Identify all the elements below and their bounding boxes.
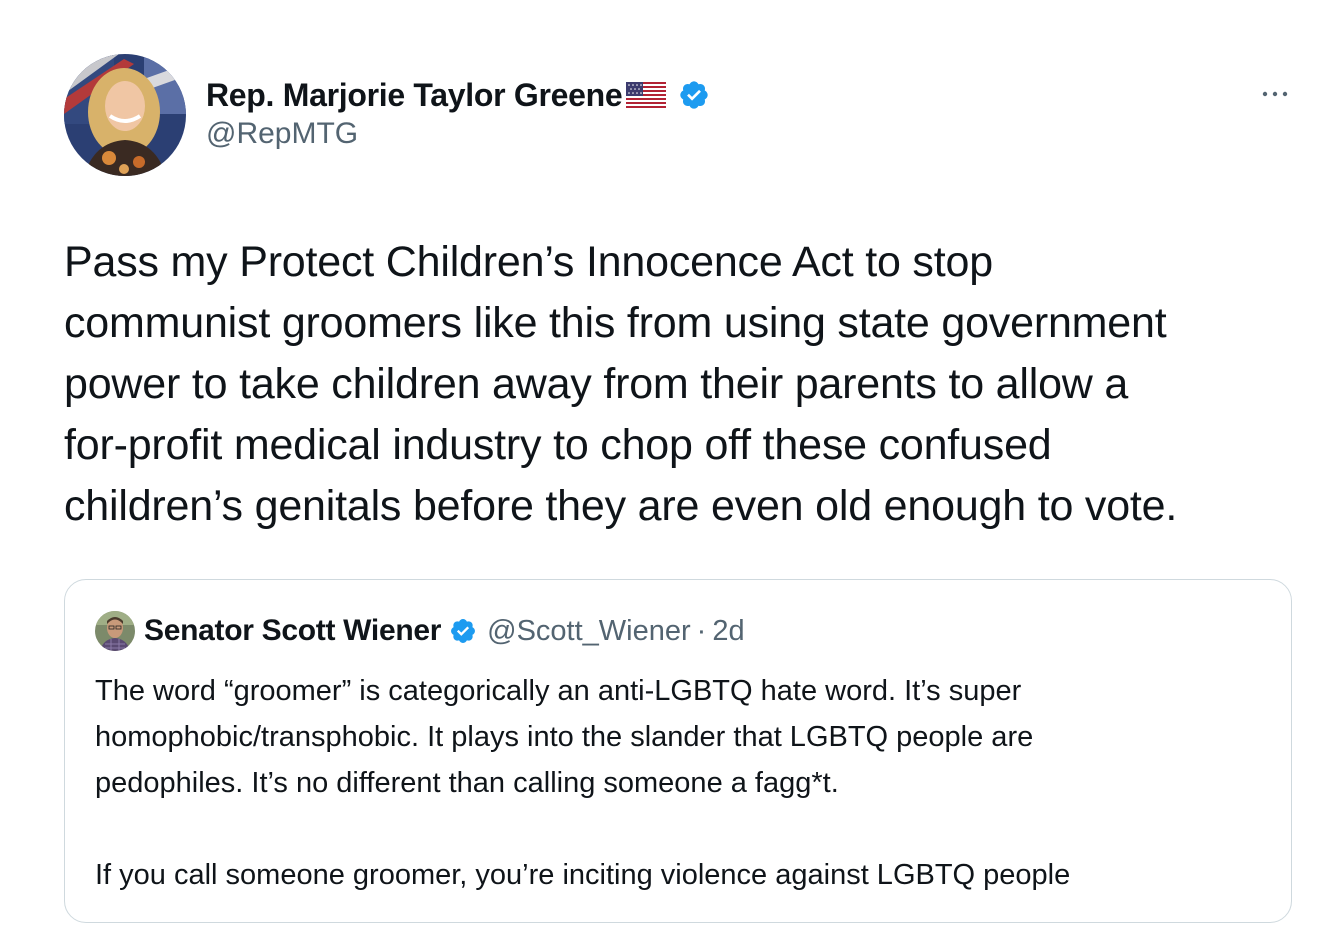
tweet-card: Rep. Marjorie Taylor Greene @RepMTG Pass… — [0, 0, 1319, 946]
author-name-row[interactable]: Rep. Marjorie Taylor Greene — [206, 76, 710, 114]
avatar-image — [64, 54, 186, 176]
quoted-tweet[interactable]: Senator Scott Wiener @Scott_Wiener · 2d … — [64, 579, 1292, 923]
author-name[interactable]: Rep. Marjorie Taylor Greene — [206, 77, 623, 114]
tweet-text: Pass my Protect Children’s Innocence Act… — [64, 238, 1178, 530]
author-avatar[interactable] — [64, 54, 186, 176]
verified-badge-icon — [678, 79, 710, 111]
quote-header: Senator Scott Wiener @Scott_Wiener · 2d — [95, 610, 745, 652]
quote-avatar-image — [95, 611, 135, 651]
quote-timestamp[interactable]: 2d — [712, 615, 744, 648]
verified-badge-icon — [449, 617, 477, 645]
author-handle[interactable]: @RepMTG — [206, 117, 358, 151]
quote-text: The word “groomer” is categorically an a… — [95, 675, 1071, 891]
quote-separator: · — [696, 614, 707, 647]
quote-author-handle[interactable]: @Scott_Wiener — [487, 615, 691, 648]
quote-author-name[interactable]: Senator Scott Wiener — [144, 614, 441, 648]
quote-author-avatar[interactable] — [95, 611, 135, 651]
more-options-icon[interactable] — [1258, 84, 1292, 104]
us-flag-icon — [626, 82, 667, 108]
